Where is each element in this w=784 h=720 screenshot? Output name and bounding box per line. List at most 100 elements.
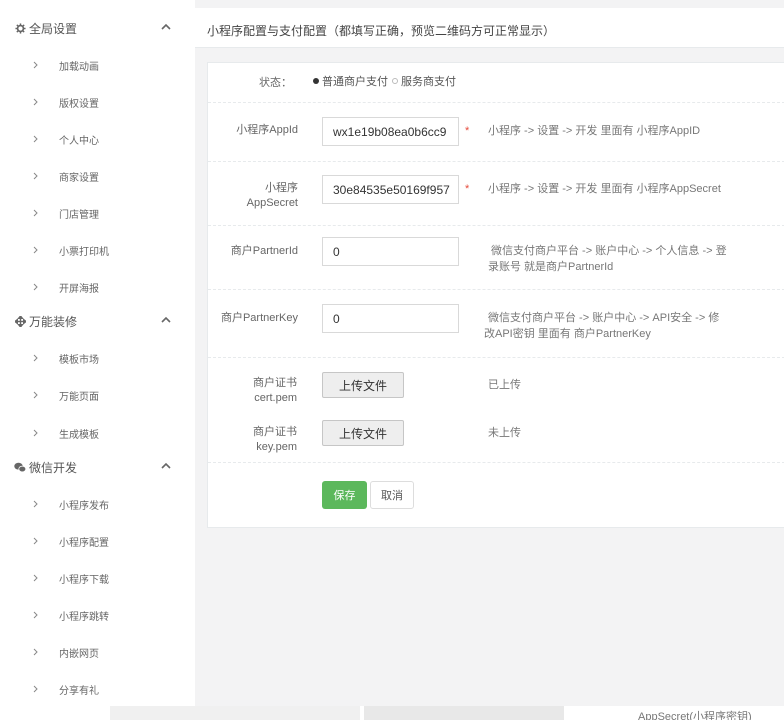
radio-service-provider[interactable]: 服务商支付 — [392, 73, 456, 89]
appsecret-hint: 小程序 -> 设置 -> 开发 里面有 小程序AppSecret — [488, 183, 721, 195]
chevron-up-icon — [161, 462, 171, 469]
radio-label: 普通商户支付 — [322, 76, 388, 88]
cert-label-line2: cert.pem — [254, 392, 297, 404]
chevron-right-icon — [33, 209, 38, 217]
sidebar-item-share-gift[interactable]: 分享有礼 — [0, 677, 195, 701]
sidebar-item-label: 加载动画 — [59, 61, 99, 73]
sidebar-item-miniprogram-publish[interactable]: 小程序发布 — [0, 492, 195, 516]
key-label-line1: 商户证书 — [253, 426, 297, 438]
sidebar-item-label: 内嵌网页 — [59, 648, 99, 660]
chevron-right-icon — [33, 648, 38, 656]
move-icon — [14, 315, 26, 327]
sidebar-item-label: 小程序跳转 — [59, 611, 109, 623]
save-button[interactable]: 保存 — [322, 481, 367, 509]
sidebar-item-miniprogram-download[interactable]: 小程序下载 — [0, 566, 195, 590]
partnerid-label: 商户PartnerId — [230, 245, 298, 257]
sidebar-group-wechat-dev[interactable]: 微信开发 — [0, 455, 195, 479]
upload-key-button[interactable]: 上传文件 — [322, 420, 404, 446]
radio-label: 服务商支付 — [401, 76, 456, 88]
appid-hint: 小程序 -> 设置 -> 开发 里面有 小程序AppID — [488, 125, 701, 137]
key-upload-status: 未上传 — [488, 427, 521, 439]
sidebar-item-personal-center[interactable]: 个人中心 — [0, 127, 195, 151]
chevron-right-icon — [33, 611, 38, 619]
chevron-right-icon — [33, 429, 38, 437]
sidebar-group-label: 万能装修 — [29, 314, 78, 329]
appid-label: 小程序AppId — [236, 124, 298, 136]
chevron-right-icon — [33, 685, 38, 693]
sidebar-item-label: 小程序下载 — [59, 574, 109, 586]
chevron-right-icon — [33, 354, 38, 362]
partnerkey-input[interactable]: 0 — [322, 304, 459, 333]
chevron-right-icon — [33, 246, 38, 254]
sidebar-item-miniprogram-jump[interactable]: 小程序跳转 — [0, 603, 195, 627]
cancel-button[interactable]: 取消 — [370, 481, 414, 509]
sidebar-item-generate-template[interactable]: 生成模板 — [0, 421, 195, 445]
partnerkey-label: 商户PartnerKey — [220, 312, 298, 324]
radio-dot-checked — [313, 78, 319, 84]
sidebar-item-label: 商家设置 — [59, 172, 99, 184]
appsecret-label-line1: 小程序 — [265, 182, 298, 194]
chevron-right-icon — [33, 172, 38, 180]
sidebar-item-copyright[interactable]: 版权设置 — [0, 90, 195, 114]
sidebar-item-template-market[interactable]: 模板市场 — [0, 346, 195, 370]
wechat-icon — [14, 461, 26, 473]
required-marker: * — [465, 125, 470, 137]
row-divider — [208, 225, 784, 226]
chevron-right-icon — [33, 537, 38, 545]
partnerkey-hint-line2: 改API密钥 里面有 商户PartnerKey — [484, 328, 651, 340]
config-form-panel: 状态： 普通商户支付 服务商支付 小程序AppId wx1e19b08ea0b6… — [207, 62, 784, 528]
chevron-right-icon — [33, 135, 38, 143]
main-content: 小程序配置与支付配置（都填写正确，预览二维码方可正常显示） 状态： 普通商户支付… — [195, 0, 784, 720]
sidebar-item-miniprogram-config[interactable]: 小程序配置 — [0, 529, 195, 553]
sidebar-group-label: 微信开发 — [29, 460, 78, 475]
bottom-segment — [110, 706, 360, 720]
appsecret-label: 小程序 AppSecret — [208, 181, 298, 211]
key-label-line2: key.pem — [256, 441, 297, 453]
upload-cert-button[interactable]: 上传文件 — [322, 372, 404, 398]
bottom-text: AppSecret(小程序密钥) — [638, 711, 752, 720]
sidebar-item-store-management[interactable]: 门店管理 — [0, 201, 195, 225]
sidebar-item-universal-page[interactable]: 万能页面 — [0, 383, 195, 407]
appsecret-input[interactable]: 30e84535e50169f957 — [322, 175, 459, 204]
cert-label: 商户证书 cert.pem — [208, 376, 297, 406]
row-divider — [208, 102, 784, 103]
sidebar-item-merchant-settings[interactable]: 商家设置 — [0, 164, 195, 188]
sidebar-item-splash-poster[interactable]: 开屏海报 — [0, 275, 195, 299]
chevron-up-icon — [161, 23, 171, 30]
partnerid-hint-line2: 录账号 就是商户PartnerId — [488, 261, 614, 273]
cert-label-line1: 商户证书 — [253, 377, 297, 389]
sidebar-item-label: 小票打印机 — [59, 246, 109, 258]
page-title: 小程序配置与支付配置（都填写正确，预览二维码方可正常显示） — [207, 24, 556, 38]
sidebar-item-loading-animation[interactable]: 加载动画 — [0, 53, 195, 77]
partnerid-hint-line1: 微信支付商户平台 -> 账户中心 -> 个人信息 -> 登 — [491, 245, 727, 257]
status-label: 状态： — [259, 77, 292, 89]
sidebar-item-embedded-webpage[interactable]: 内嵌网页 — [0, 640, 195, 664]
partnerid-input[interactable]: 0 — [322, 237, 459, 266]
radio-normal-merchant[interactable]: 普通商户支付 — [313, 73, 388, 89]
sidebar-group-global-settings[interactable]: 全局设置 — [0, 16, 195, 40]
chevron-up-icon — [161, 316, 171, 323]
appsecret-label-line2: AppSecret — [246, 197, 298, 209]
chevron-right-icon — [33, 574, 38, 582]
key-label: 商户证书 key.pem — [208, 425, 297, 455]
required-marker: * — [465, 183, 470, 195]
page-header: 小程序配置与支付配置（都填写正确，预览二维码方可正常显示） — [195, 8, 784, 48]
sidebar-group-decoration[interactable]: 万能装修 — [0, 309, 195, 333]
partnerkey-hint-line1: 微信支付商户平台 -> 账户中心 -> API安全 -> 修 — [488, 312, 720, 324]
chevron-right-icon — [33, 61, 38, 69]
gear-icon — [14, 22, 26, 34]
sidebar-item-label: 生成模板 — [59, 429, 99, 441]
partnerid-hint: 微信支付商户平台 -> 账户中心 -> 个人信息 -> 登 录账号 就是商户Pa… — [488, 243, 727, 275]
appid-input[interactable]: wx1e19b08ea0b6cc9 — [322, 117, 459, 146]
chevron-right-icon — [33, 283, 38, 291]
sidebar-item-label: 万能页面 — [59, 391, 99, 403]
cert-upload-status: 已上传 — [488, 379, 521, 391]
sidebar-item-receipt-printer[interactable]: 小票打印机 — [0, 238, 195, 262]
bottom-segment — [364, 706, 564, 720]
chevron-right-icon — [33, 391, 38, 399]
partnerkey-hint: 微信支付商户平台 -> 账户中心 -> API安全 -> 修 改API密钥 里面… — [484, 310, 719, 342]
sidebar-group-label: 全局设置 — [29, 21, 78, 36]
chevron-right-icon — [33, 98, 38, 106]
sidebar-topbar — [0, 0, 195, 8]
radio-dot-unchecked — [392, 78, 398, 84]
